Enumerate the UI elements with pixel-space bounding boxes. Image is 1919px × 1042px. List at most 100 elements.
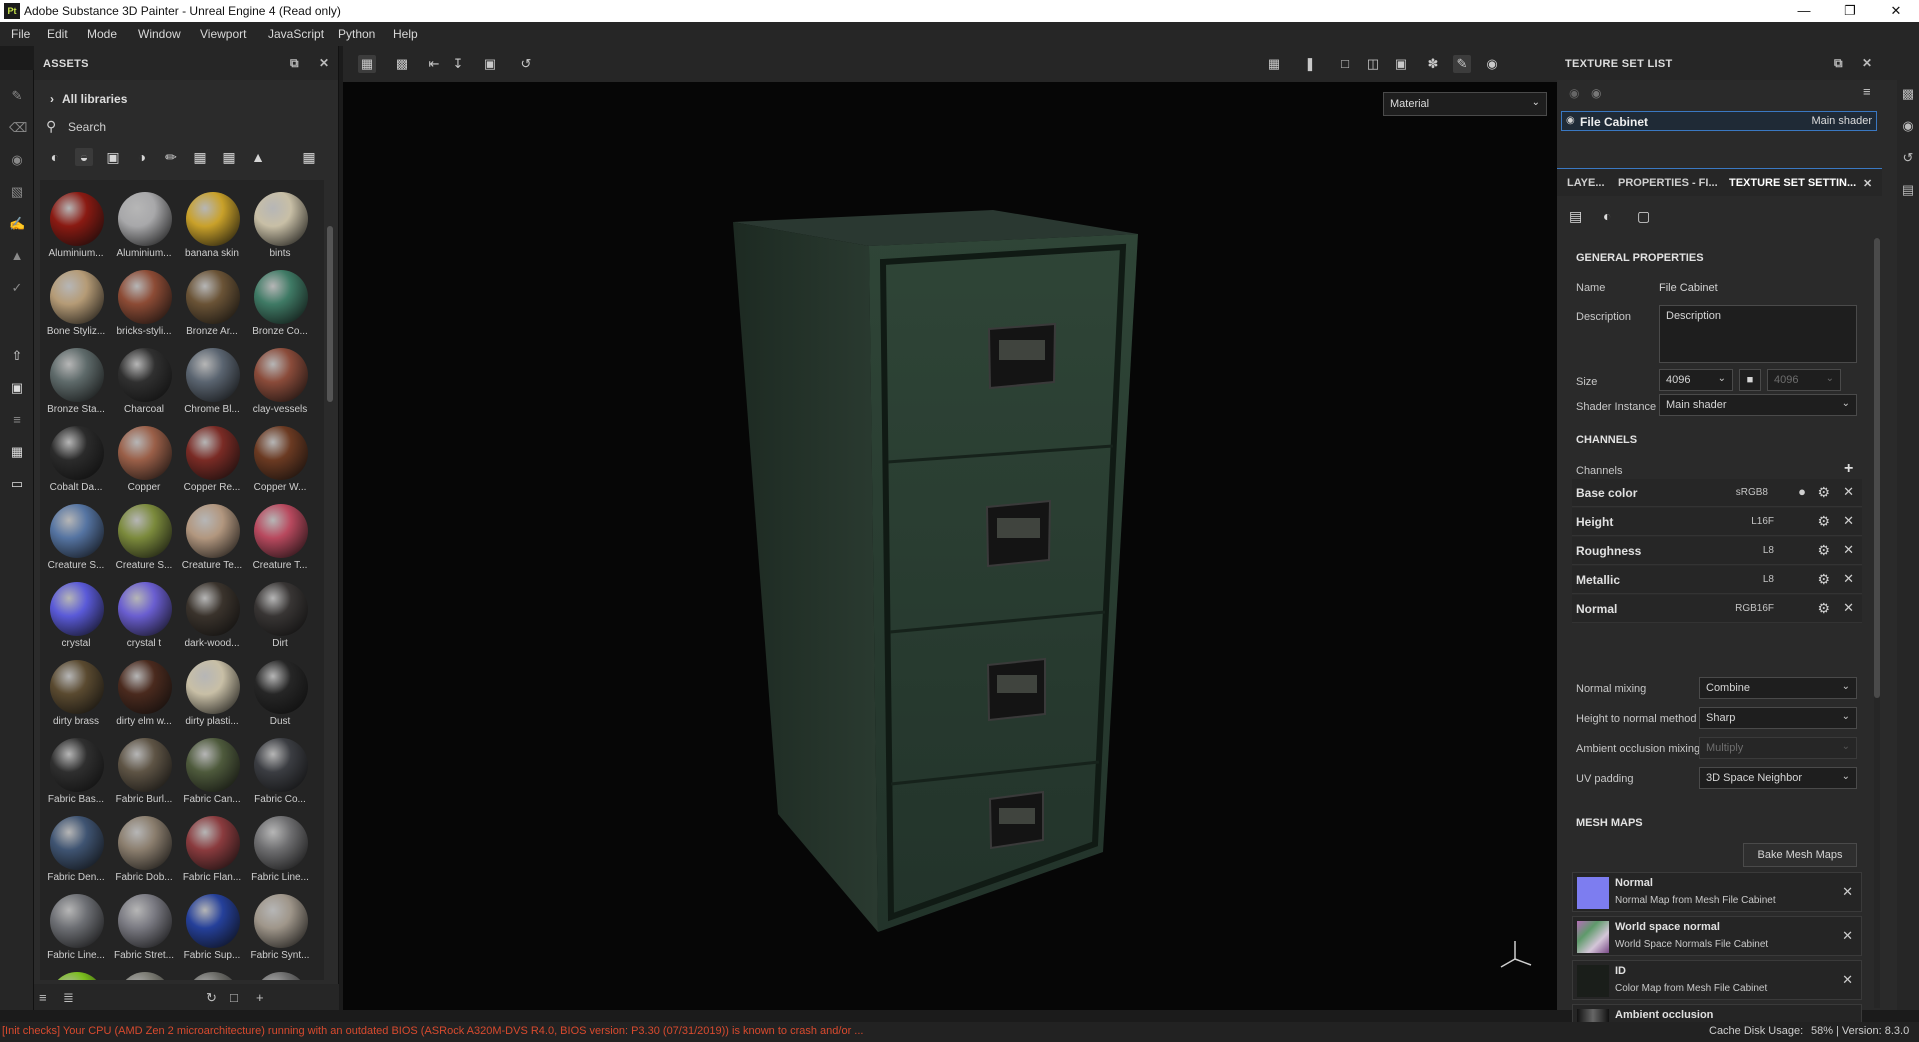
file-cabinet-model[interactable] xyxy=(343,82,1557,1010)
asset-item[interactable] xyxy=(110,964,178,980)
menu-viewport[interactable]: Viewport xyxy=(200,27,246,41)
asset-item[interactable]: Cobalt Da... xyxy=(42,418,110,496)
environment-filter-icon[interactable]: ▲ xyxy=(249,148,267,166)
symmetry-x-icon[interactable]: ⇤ xyxy=(425,55,443,73)
asset-item[interactable]: bints xyxy=(246,184,314,262)
library-selector[interactable]: › All libraries xyxy=(50,92,127,106)
3d-viewport[interactable] xyxy=(343,82,1557,1010)
display-icon[interactable]: ▦ xyxy=(9,444,25,460)
tiling-icon[interactable]: ▩ xyxy=(393,55,411,73)
add-channel-icon[interactable]: + xyxy=(1844,460,1853,478)
minimize-button[interactable]: — xyxy=(1781,0,1827,22)
asset-item[interactable]: Fabric Synt... xyxy=(246,886,314,964)
color-profile-icon[interactable]: ● xyxy=(1798,484,1806,499)
paint-brush-icon[interactable]: ✎ xyxy=(9,88,25,104)
camera-icon[interactable]: ▣ xyxy=(1392,55,1410,73)
tab-properties[interactable]: PROPERTIES - FI... xyxy=(1618,177,1718,189)
channel-row[interactable]: Roughness L8 ⚙ ✕ xyxy=(1572,537,1862,565)
menu-mode[interactable]: Mode xyxy=(87,27,117,41)
hide-icon[interactable]: ▦ xyxy=(1265,55,1283,73)
smart-material-filter-icon[interactable]: ◒ xyxy=(75,148,93,166)
name-value[interactable]: File Cabinet xyxy=(1659,282,1718,294)
channel-row[interactable]: Normal RGB16F ⚙ ✕ xyxy=(1572,595,1862,623)
list-view-icon[interactable]: ≡ xyxy=(39,990,47,1005)
asset-item[interactable]: Bone Styliz... xyxy=(42,262,110,340)
channel-row[interactable]: Base color sRGB8 ● ⚙ ✕ xyxy=(1572,479,1862,507)
asset-item[interactable]: Fabric Co... xyxy=(246,730,314,808)
height-to-normal-select[interactable]: Sharp ⌄ xyxy=(1699,707,1857,729)
tab-layers[interactable]: LAYE... xyxy=(1567,177,1605,189)
clone-stamp-icon[interactable]: ▲ xyxy=(9,248,25,264)
float-panel-icon[interactable]: ⧉ xyxy=(290,56,299,71)
mask-filter-icon[interactable]: ▣ xyxy=(104,148,122,166)
description-field[interactable]: Description xyxy=(1659,305,1857,363)
color-picker-icon[interactable]: ✓ xyxy=(9,280,25,296)
asset-item[interactable]: Dirt xyxy=(246,574,314,652)
generator-filter-icon[interactable]: ◑ xyxy=(133,148,151,166)
remove-channel-icon[interactable]: ✕ xyxy=(1843,513,1854,529)
asset-item[interactable]: dirty brass xyxy=(42,652,110,730)
close-tab-icon[interactable]: ✕ xyxy=(1863,177,1872,190)
channel-row[interactable]: Height L16F ⚙ ✕ xyxy=(1572,508,1862,536)
log-icon[interactable]: ▤ xyxy=(1900,182,1916,198)
shader-tab-icon[interactable]: ◐ xyxy=(1603,208,1611,224)
asset-item[interactable]: Aluminium... xyxy=(42,184,110,262)
shop-icon[interactable]: ▭ xyxy=(9,476,25,492)
mesh-map-row[interactable]: ID Color Map from Mesh File Cabinet ✕ xyxy=(1572,960,1862,1000)
channel-format[interactable]: L8 xyxy=(1763,545,1774,556)
menu-python[interactable]: Python xyxy=(338,27,375,41)
size-lock-button[interactable]: ■ xyxy=(1739,369,1761,391)
asset-item[interactable]: Chrome Bl... xyxy=(178,340,246,418)
uv-grid-icon[interactable]: ▦ xyxy=(358,55,376,73)
gear-icon[interactable]: ⚙ xyxy=(1817,542,1830,559)
asset-item[interactable]: Charcoal xyxy=(110,340,178,418)
asset-item[interactable]: Fabric Line... xyxy=(246,808,314,886)
projection-icon[interactable]: ◉ xyxy=(9,152,25,168)
smudge-icon[interactable]: ✍ xyxy=(9,216,25,232)
grid-view-icon[interactable]: ▦ xyxy=(300,148,318,166)
refresh-icon[interactable]: ↻ xyxy=(206,990,217,1006)
history-icon[interactable]: ↺ xyxy=(1900,150,1916,166)
asset-item[interactable]: bricks-styli... xyxy=(110,262,178,340)
channel-format[interactable]: sRGB8 xyxy=(1736,487,1768,498)
asset-item[interactable]: clay-vessels xyxy=(246,340,314,418)
asset-item[interactable]: Dust xyxy=(246,652,314,730)
scrollbar-thumb[interactable] xyxy=(327,226,333,402)
detail-view-icon[interactable]: ≣ xyxy=(63,990,74,1006)
display-settings-icon[interactable]: ▩ xyxy=(1900,86,1916,102)
channel-format[interactable]: L8 xyxy=(1763,574,1774,585)
gear-icon[interactable]: ⚙ xyxy=(1817,484,1830,501)
asset-item[interactable]: Fabric Sup... xyxy=(178,886,246,964)
material-filter-icon[interactable]: ◐ xyxy=(46,148,64,166)
maximize-button[interactable]: ❐ xyxy=(1827,0,1873,22)
asset-item[interactable] xyxy=(178,964,246,980)
asset-item[interactable]: Fabric Can... xyxy=(178,730,246,808)
asset-scrollbar[interactable] xyxy=(326,180,334,980)
remove-channel-icon[interactable]: ✕ xyxy=(1843,542,1854,558)
asset-item[interactable] xyxy=(246,964,314,980)
asset-item[interactable]: Fabric Den... xyxy=(42,808,110,886)
tab-texture-set-settings[interactable]: TEXTURE SET SETTIN... xyxy=(1729,177,1856,189)
asset-item[interactable]: Creature Te... xyxy=(178,496,246,574)
asset-item[interactable] xyxy=(42,964,110,980)
init-check-warning[interactable]: [Init checks] Your CPU (AMD Zen 2 microa… xyxy=(2,1025,863,1037)
channel-format[interactable]: L16F xyxy=(1751,516,1774,527)
particle-filter-icon[interactable]: ▦ xyxy=(191,148,209,166)
2d-view-icon[interactable]: □ xyxy=(1336,55,1354,73)
texture-filter-icon[interactable]: ▦ xyxy=(220,148,238,166)
asset-item[interactable]: Aluminium... xyxy=(110,184,178,262)
close-panel-icon[interactable]: ✕ xyxy=(319,56,329,70)
asset-item[interactable]: Copper W... xyxy=(246,418,314,496)
remove-map-icon[interactable]: ✕ xyxy=(1842,928,1853,944)
eye-icon[interactable]: ◉ xyxy=(1591,86,1601,100)
menu-javascript[interactable]: JavaScript xyxy=(268,27,324,41)
history-icon[interactable]: ↺ xyxy=(517,55,535,73)
asset-item[interactable]: Fabric Burl... xyxy=(110,730,178,808)
asset-item[interactable]: Creature S... xyxy=(42,496,110,574)
pause-icon[interactable]: ❚ xyxy=(1301,55,1319,73)
shader-instance-select[interactable]: Main shader ⌄ xyxy=(1659,394,1857,416)
asset-item[interactable]: Fabric Stret... xyxy=(110,886,178,964)
asset-item[interactable]: Fabric Dob... xyxy=(110,808,178,886)
asset-item[interactable]: crystal xyxy=(42,574,110,652)
menu-edit[interactable]: Edit xyxy=(47,27,68,41)
